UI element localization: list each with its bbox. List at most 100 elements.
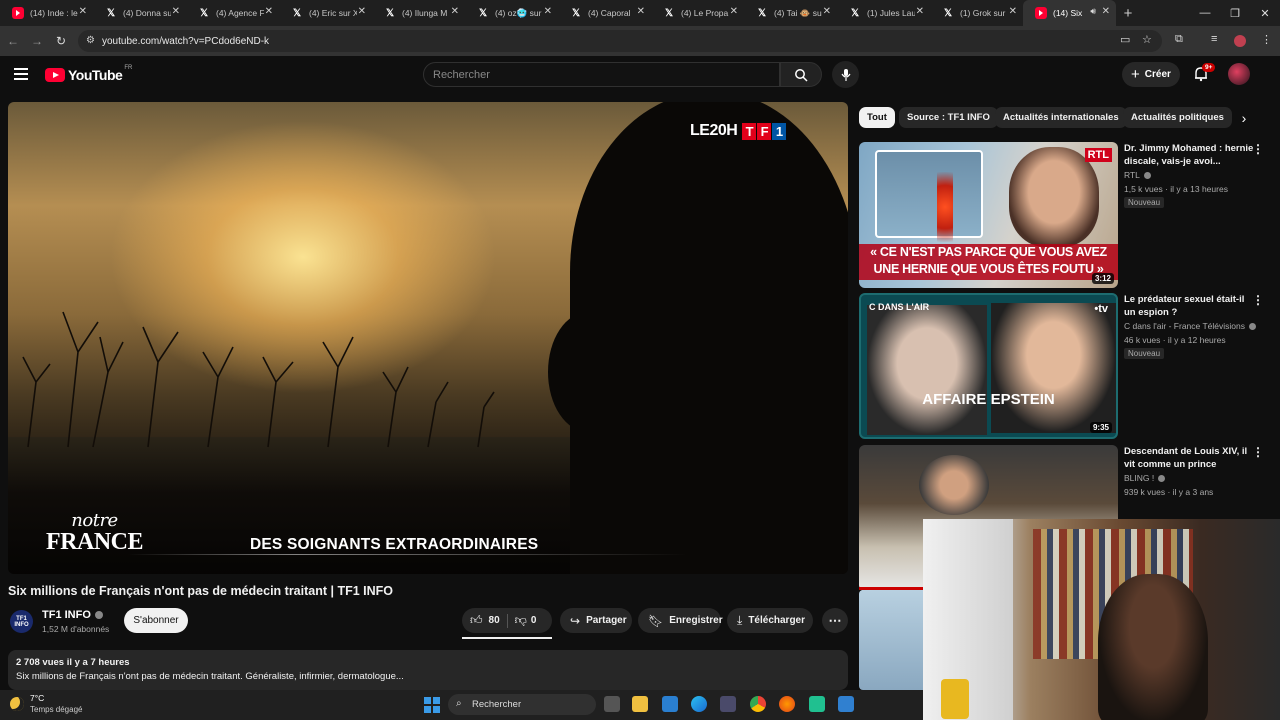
search-input[interactable]: Rechercher (423, 62, 780, 87)
close-tab-icon[interactable]: ✕ (172, 6, 180, 17)
address-bar[interactable]: ⚙ youtube.com/watch?v=PCdod6eND-k (78, 30, 1162, 52)
browser-tab[interactable]: 𝕏 (4) Eric sur X ✕ (279, 0, 372, 26)
x-favicon-icon: 𝕏 (292, 7, 302, 19)
account-avatar[interactable] (1228, 63, 1250, 85)
description-box[interactable]: 2 708 vues il y a 7 heures Six millions … (8, 650, 848, 690)
browser-tab-title: (4) Eric sur X (309, 8, 357, 18)
recommended-thumbnail-partial[interactable] (859, 590, 923, 690)
video-player[interactable]: LE20H T F 1 notre FRANCE DES SOIGNANTS E… (8, 102, 848, 574)
x-favicon-icon: 𝕏 (199, 7, 209, 19)
video-thumbnail[interactable]: C DANS L'AIR •tv AFFAIRE EPSTEIN 9:35 (859, 293, 1118, 439)
like-divider (506, 613, 508, 628)
close-tab-icon[interactable]: ✕ (1009, 6, 1017, 17)
edge-icon[interactable] (691, 696, 707, 712)
browser-tab-title: (4) oz🥶 sur (495, 7, 542, 18)
new-badge: Nouveau (1124, 197, 1165, 208)
chip-international-news[interactable]: Actualités internationales (995, 107, 1127, 128)
firefox-icon[interactable] (779, 696, 795, 712)
thumbs-down-icon[interactable]: 👎︎ (515, 613, 527, 628)
search-button[interactable] (780, 62, 822, 87)
close-tab-icon[interactable]: ✕ (544, 6, 552, 17)
share-button[interactable]: ↪ Partager (560, 608, 632, 633)
windows-start-icon[interactable] (424, 697, 440, 713)
forward-icon[interactable]: → (26, 30, 48, 52)
verified-icon (1158, 474, 1166, 482)
browser-tab[interactable]: (14) Inde : le ✕ (0, 0, 93, 26)
channel-name-link[interactable]: TF1 INFO (42, 609, 103, 621)
hamburger-menu-icon[interactable] (14, 68, 28, 80)
browser-tab[interactable]: 𝕏 (1) Grok sur ✕ (930, 0, 1023, 26)
reload-icon[interactable]: ↻ (50, 30, 72, 52)
more-options-icon[interactable]: ⋮ (1252, 293, 1264, 307)
browser-tab[interactable]: (14) Six 🔊︎ ✕ (1023, 0, 1116, 26)
cast-icon[interactable]: ▭ (1120, 33, 1130, 46)
close-window-icon[interactable]: ✕ (1250, 0, 1280, 26)
chrome-icon[interactable] (750, 696, 766, 712)
task-view-icon[interactable] (604, 696, 620, 712)
chevron-right-icon[interactable]: › (1234, 108, 1254, 128)
browser-tab[interactable]: 𝕏 (4) Caporal ✕ (558, 0, 651, 26)
media-control-icon[interactable]: ≡ (1211, 33, 1217, 45)
speaker-icon[interactable]: 🔊︎ (1090, 6, 1096, 17)
channel-avatar[interactable]: TF1 INFO (10, 610, 33, 633)
close-tab-icon[interactable]: ✕ (79, 6, 87, 17)
back-icon[interactable]: ← (2, 30, 24, 52)
store-icon[interactable] (662, 696, 678, 712)
voice-search-button[interactable] (832, 61, 859, 88)
file-explorer-icon[interactable] (632, 696, 648, 712)
like-dislike-group: 👍︎ 80 👎︎ 0 (462, 608, 552, 633)
more-options-icon[interactable]: ⋮ (1252, 142, 1264, 156)
like-count[interactable]: 80 (489, 615, 500, 626)
thumbnail-caption: AFFAIRE EPSTEIN (922, 391, 1055, 408)
app-icon[interactable] (720, 696, 736, 712)
weather-widget[interactable]: 7°C Temps dégagé (10, 693, 82, 715)
close-tab-icon[interactable]: ✕ (730, 6, 738, 17)
maximize-icon[interactable]: ❐ (1220, 0, 1250, 26)
create-button[interactable]: + Créer (1122, 62, 1180, 87)
browser-menu-icon[interactable]: ⋮ (1261, 33, 1272, 46)
extensions-icon[interactable]: ⧉ (1175, 33, 1183, 46)
download-button[interactable]: ⤓ Télécharger (727, 608, 813, 633)
thumbs-up-icon[interactable]: 👍︎ (470, 613, 483, 628)
close-tab-icon[interactable]: ✕ (1102, 6, 1110, 17)
recommended-video[interactable]: RTL « CE N'EST PAS PARCE QUE VOUS AVEZ U… (859, 142, 1269, 288)
chip-all[interactable]: Tout (859, 107, 895, 128)
video-thumbnail[interactable]: RTL « CE N'EST PAS PARCE QUE VOUS AVEZ U… (859, 142, 1118, 288)
close-tab-icon[interactable]: ✕ (823, 6, 831, 17)
app-icon[interactable] (838, 696, 854, 712)
subscribe-button[interactable]: S'abonner (124, 608, 188, 633)
more-options-icon[interactable]: ⋮ (1252, 445, 1264, 459)
recommended-channel: C dans l'air - France Télévisions (1124, 321, 1256, 331)
tf1-letter-t: T (742, 122, 757, 140)
browser-tab[interactable]: 𝕏 (4) oz🥶 sur ✕ (465, 0, 558, 26)
recommended-video[interactable]: C DANS L'AIR •tv AFFAIRE EPSTEIN 9:35 Le… (859, 293, 1269, 439)
youtube-logo[interactable]: YouTube FR (45, 65, 132, 83)
close-tab-icon[interactable]: ✕ (916, 6, 924, 17)
app-icon[interactable] (809, 696, 825, 712)
browser-tab[interactable]: 𝕏 (4) Donna su ✕ (93, 0, 186, 26)
profile-icon[interactable] (1234, 35, 1246, 47)
browser-tab[interactable]: 𝕏 (4) Le Propa ✕ (651, 0, 744, 26)
browser-tab[interactable]: 𝕏 (4) Ilunga M ✕ (372, 0, 465, 26)
site-info-icon[interactable]: ⚙ (86, 35, 95, 46)
browser-tab[interactable]: 𝕏 (4) Tai 🐵 sur ✕ (744, 0, 837, 26)
tf1-letter-f: F (757, 122, 772, 140)
chip-political-news[interactable]: Actualités politiques (1123, 107, 1232, 128)
lower-third-caption: DES SOIGNANTS EXTRAORDINAIRES (250, 536, 539, 553)
save-button[interactable]: 🔖︎ Enregistrer (638, 608, 723, 633)
browser-tab[interactable]: 𝕏 (4) Agence F ✕ (186, 0, 279, 26)
notifications-button[interactable]: 9+ (1193, 63, 1216, 84)
more-actions-icon[interactable]: ⋯ (822, 608, 848, 633)
chip-source[interactable]: Source : TF1 INFO (899, 107, 998, 128)
bookmark-star-icon[interactable]: ☆ (1142, 33, 1152, 46)
close-tab-icon[interactable]: ✕ (265, 6, 273, 17)
new-tab-icon[interactable]: + (1116, 5, 1140, 22)
close-tab-icon[interactable]: ✕ (358, 6, 366, 17)
close-tab-icon[interactable]: ✕ (637, 6, 645, 17)
close-tab-icon[interactable]: ✕ (451, 6, 459, 17)
dislike-count[interactable]: 0 (531, 615, 537, 626)
browser-tab[interactable]: 𝕏 (1) Jules Lau ✕ (837, 0, 930, 26)
minimize-icon[interactable]: — (1190, 0, 1220, 26)
taskbar-search[interactable]: ⌕ Rechercher (448, 694, 596, 715)
bookmark-icon: 🔖︎ (648, 613, 664, 628)
